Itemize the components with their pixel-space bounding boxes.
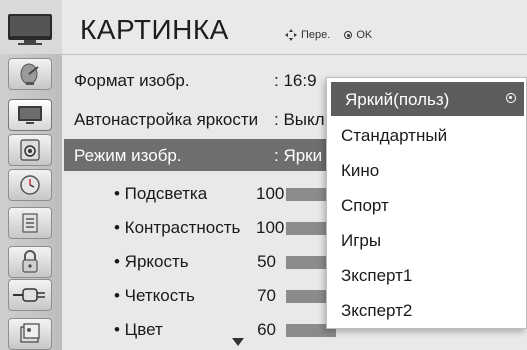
sidebar-item-options[interactable] (8, 207, 52, 239)
menu-row-number: 50 (257, 252, 276, 271)
picture-menu-screen: КАРТИНКА Пере. OK Формат изобр. : 16:9 А… (0, 0, 527, 350)
popup-option[interactable]: Зксперт1 (327, 258, 527, 292)
menu-row-label: • Подсветка (114, 184, 208, 203)
menu-row-label: Формат изобр. (74, 71, 190, 90)
popup-option[interactable]: Игры (327, 223, 527, 257)
sidebar-item-setup[interactable] (8, 58, 52, 90)
popup-option-label: Спорт (341, 196, 389, 215)
menu-row-number: 70 (257, 286, 276, 305)
lock-icon (22, 250, 38, 273)
popup-option-label: Яркий(польз) (345, 90, 450, 109)
radio-selected-icon (506, 93, 516, 103)
sidebar-item-audio[interactable] (8, 134, 52, 166)
options-icon (22, 213, 38, 233)
nav-hint: Пере. OK (285, 29, 372, 41)
menu-row-label: Автонастройка яркости (74, 110, 259, 129)
popup-option-selected[interactable]: Яркий(польз) (331, 82, 524, 116)
category-sidebar (0, 0, 62, 350)
ok-hint-label: OK (356, 29, 373, 41)
menu-row-label: • Четкость (114, 286, 195, 305)
clock-icon (20, 175, 40, 195)
popup-option-label: Зксперт2 (341, 301, 413, 320)
menu-row-label: Режим изобр. (74, 146, 182, 165)
speaker-icon (20, 139, 40, 161)
menu-row-label: • Контрастность (114, 218, 241, 237)
popup-option[interactable]: Стандартный (327, 118, 527, 152)
popup-option-label: Стандартный (341, 126, 448, 145)
header-divider (62, 54, 527, 55)
popup-option-label: Кино (341, 161, 380, 180)
popup-option-label: Зксперт1 (341, 266, 413, 285)
nav-hint-label: Пере. (301, 29, 331, 41)
popup-option[interactable]: Спорт (327, 188, 527, 222)
menu-row-label: • Яркость (114, 252, 189, 271)
page-title: КАРТИНКА (80, 14, 229, 45)
satellite-dish-icon (20, 63, 39, 85)
sidebar-item-picture[interactable] (8, 99, 52, 131)
menu-row-label: • Цвет (114, 320, 163, 339)
menu-row-value: : Ярки (274, 146, 323, 165)
sidebar-header (0, 0, 62, 54)
menu-row-value: : Выкл (274, 110, 325, 129)
picture-icon (18, 106, 42, 124)
popup-option-label: Игры (341, 231, 382, 250)
sidebar-item-input[interactable] (8, 279, 52, 311)
navigation-arrows-icon (285, 29, 297, 41)
menu-row-number: 60 (257, 320, 276, 339)
picture-mode-popup: Яркий(польз) Стандартный Кино Спорт Игры… (326, 77, 527, 329)
sidebar-item-media[interactable] (8, 318, 52, 350)
sidebar-item-lock[interactable] (8, 246, 52, 278)
menu-row-value: : 16:9 (274, 71, 317, 90)
input-icon (13, 288, 45, 302)
sidebar-item-time[interactable] (8, 169, 52, 201)
popup-option[interactable]: Зксперт2 (327, 293, 527, 327)
media-icon (20, 323, 40, 343)
menu-row-number: 100 (256, 184, 285, 203)
scroll-down-icon[interactable] (232, 338, 244, 346)
popup-option[interactable]: Кино (327, 153, 527, 187)
menu-row-number: 100 (256, 218, 285, 237)
tv-icon (8, 14, 52, 45)
ok-button-icon (344, 31, 353, 39)
